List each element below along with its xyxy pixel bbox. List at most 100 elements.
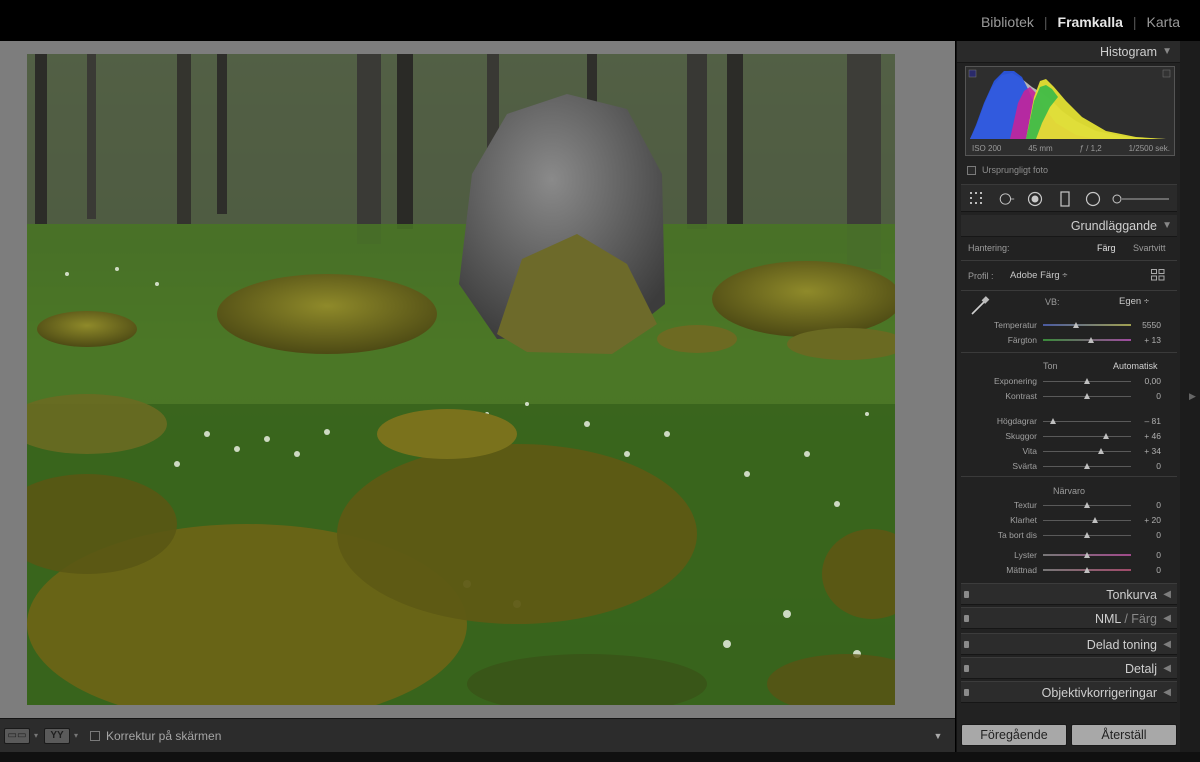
slider-value[interactable]: 0 [1133, 550, 1161, 560]
wb-dropdown[interactable]: Egen ÷ [1119, 296, 1149, 307]
slider-handle[interactable] [1083, 502, 1090, 508]
slider-mättnad[interactable]: Mättnad 0 [957, 564, 1181, 578]
chevron-down-icon[interactable]: ▾ [34, 731, 38, 740]
lens-corrections-panel-header[interactable]: Objektivkorrigeringar ◀ [961, 681, 1177, 703]
slider-value[interactable]: 0 [1133, 391, 1161, 401]
right-panel-edge[interactable]: ▶ [1180, 41, 1200, 752]
slider-track[interactable] [1043, 436, 1131, 437]
slider-handle[interactable] [1083, 567, 1090, 573]
before-after-view-button[interactable]: ▭▭ [4, 728, 30, 744]
tone-curve-panel-header[interactable]: Tonkurva ◀ [961, 583, 1177, 605]
toolbar-content-dropdown[interactable]: ▼ [927, 727, 949, 745]
slider-track[interactable] [1043, 520, 1131, 521]
panel-toggle-switch[interactable] [964, 665, 969, 672]
slider-handle[interactable] [1097, 448, 1104, 454]
slider-skuggor[interactable]: Skuggor + 46 [957, 430, 1181, 444]
slider-exponering[interactable]: Exponering 0,00 [957, 375, 1181, 389]
forest-photo-illustration [27, 54, 895, 705]
slider-ta-bort-dis[interactable]: Ta bort dis 0 [957, 529, 1181, 543]
slider-value[interactable]: 0 [1133, 565, 1161, 575]
slider-kontrast[interactable]: Kontrast 0 [957, 390, 1181, 404]
slider-handle[interactable] [1083, 463, 1090, 469]
slider-handle[interactable] [1072, 322, 1079, 328]
slider-value[interactable]: 0 [1133, 530, 1161, 540]
slider-value[interactable]: + 34 [1133, 446, 1161, 456]
expand-icon[interactable]: ◀ [1163, 613, 1171, 624]
before-after-swap-button[interactable]: YY [44, 728, 70, 744]
basic-panel-header[interactable]: Grundläggande ▼ [961, 215, 1177, 237]
slider-value[interactable]: 0,00 [1133, 376, 1161, 386]
panel-toggle-switch[interactable] [964, 615, 969, 622]
slider-handle[interactable] [1087, 337, 1094, 343]
slider-handle[interactable] [1092, 517, 1099, 523]
radial-filter-icon[interactable] [1085, 191, 1101, 207]
slider-value[interactable]: + 13 [1133, 335, 1161, 345]
slider-value[interactable]: 0 [1133, 461, 1161, 471]
original-photo-toggle[interactable]: Ursprungligt foto [967, 165, 1048, 175]
collapse-icon[interactable]: ▼ [1162, 220, 1172, 231]
slider-svärta[interactable]: Svärta 0 [957, 460, 1181, 474]
slider-value[interactable]: + 46 [1133, 431, 1161, 441]
slider-value[interactable]: 0 [1133, 500, 1161, 510]
slider-value[interactable]: 5550 [1133, 320, 1161, 330]
slider-handle[interactable] [1050, 418, 1057, 424]
hide-panel-icon[interactable]: ▶ [1189, 391, 1196, 402]
histogram[interactable]: ISO 200 45 mm ƒ / 1,2 1/2500 sek. [965, 66, 1175, 156]
expand-icon[interactable]: ◀ [1163, 589, 1171, 600]
expand-icon[interactable]: ◀ [1163, 639, 1171, 650]
slider-handle[interactable] [1083, 532, 1090, 538]
slider-lyster[interactable]: Lyster 0 [957, 549, 1181, 563]
chevron-down-icon[interactable]: ▾ [74, 731, 78, 740]
soft-proofing-checkbox[interactable] [90, 731, 100, 741]
image-canvas[interactable] [0, 41, 955, 718]
detail-panel-header[interactable]: Detalj ◀ [961, 657, 1177, 679]
adjustment-brush-icon[interactable] [1111, 191, 1171, 207]
slider-handle[interactable] [1083, 393, 1090, 399]
red-eye-icon[interactable] [1027, 191, 1043, 207]
filmstrip-edge [0, 752, 1200, 762]
slider-handle[interactable] [1083, 378, 1090, 384]
module-library[interactable]: Bibliotek [981, 14, 1034, 30]
panel-toggle-switch[interactable] [964, 591, 969, 598]
original-photo-checkbox[interactable] [967, 165, 976, 175]
auto-tone-button[interactable]: Automatisk [1113, 361, 1158, 371]
expand-icon[interactable]: ◀ [1163, 663, 1171, 674]
spot-removal-icon[interactable] [999, 191, 1015, 207]
slider-value[interactable]: + 20 [1133, 515, 1161, 525]
collapse-icon[interactable]: ▼ [1162, 46, 1172, 57]
profile-dropdown[interactable]: Adobe Färg ÷ [1010, 270, 1068, 281]
soft-proofing-toggle[interactable]: Korrektur på skärmen [90, 729, 221, 743]
slider-temperatur[interactable]: Temperatur 5550 [957, 319, 1181, 333]
treatment-bw-option[interactable]: Svartvitt [1133, 243, 1166, 253]
profile-browser-icon[interactable] [1151, 269, 1165, 281]
hsl-tab[interactable]: NML [1095, 612, 1121, 626]
slider-färgton[interactable]: Färgton + 13 [957, 334, 1181, 348]
histogram-header[interactable]: Histogram ▼ [957, 41, 1181, 63]
slider-track[interactable] [1043, 451, 1131, 452]
slider-klarhet[interactable]: Klarhet + 20 [957, 514, 1181, 528]
photo-preview[interactable] [27, 54, 895, 705]
reset-button[interactable]: Återställ [1071, 724, 1177, 746]
color-tab[interactable]: Färg [1131, 612, 1157, 626]
slider-track[interactable] [1043, 421, 1131, 422]
hsl-panel-header[interactable]: NML / Färg ◀ [961, 607, 1177, 629]
slider-handle[interactable] [1083, 552, 1090, 558]
module-develop[interactable]: Framkalla [1058, 14, 1123, 30]
slider-track[interactable] [1043, 324, 1131, 326]
slider-vita[interactable]: Vita + 34 [957, 445, 1181, 459]
module-map[interactable]: Karta [1147, 14, 1180, 30]
slider-handle[interactable] [1102, 433, 1109, 439]
previous-button[interactable]: Föregående [961, 724, 1067, 746]
crop-icon[interactable] [969, 191, 985, 207]
original-photo-label: Ursprungligt foto [982, 165, 1049, 175]
panel-toggle-switch[interactable] [964, 689, 969, 696]
white-balance-eyedropper-icon[interactable] [969, 295, 991, 317]
treatment-color-option[interactable]: Färg [1097, 243, 1116, 253]
graduated-filter-icon[interactable] [1057, 191, 1073, 207]
split-toning-panel-header[interactable]: Delad toning ◀ [961, 633, 1177, 655]
panel-toggle-switch[interactable] [964, 641, 969, 648]
slider-value[interactable]: – 81 [1133, 416, 1161, 426]
slider-textur[interactable]: Textur 0 [957, 499, 1181, 513]
expand-icon[interactable]: ◀ [1163, 687, 1171, 698]
slider-högdagrar[interactable]: Högdagrar – 81 [957, 415, 1181, 429]
